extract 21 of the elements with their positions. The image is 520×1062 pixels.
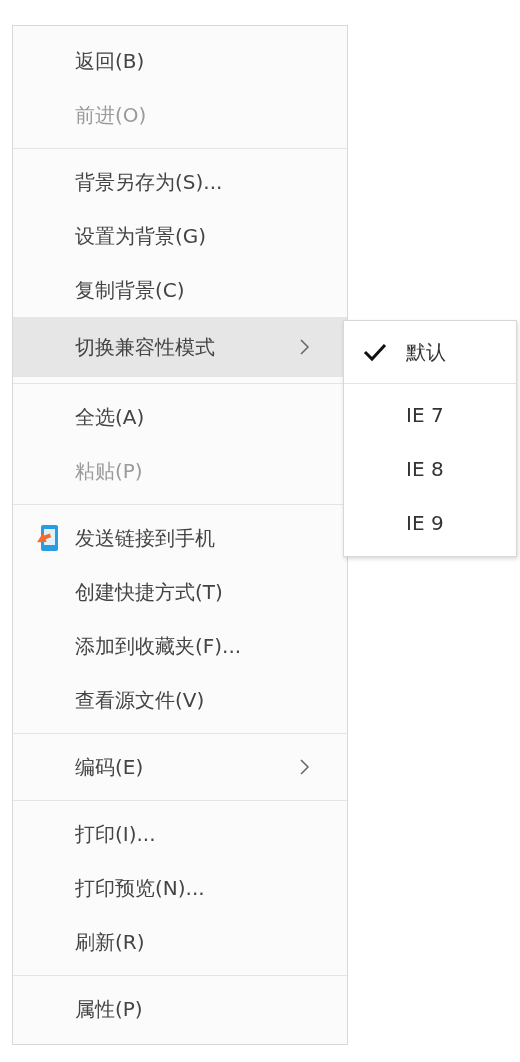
- menu-item[interactable]: 属性(P): [13, 982, 347, 1036]
- chevron-right-icon: [299, 758, 311, 776]
- menu-item[interactable]: IE 7: [344, 388, 516, 442]
- menu-item[interactable]: 复制背景(C): [13, 263, 347, 317]
- menu-item[interactable]: 全选(A): [13, 390, 347, 444]
- menu-item[interactable]: 查看源文件(V): [13, 673, 347, 727]
- menu-item[interactable]: 刷新(R): [13, 915, 347, 969]
- menu-item[interactable]: IE 8: [344, 442, 516, 496]
- phone-arrow-icon: [35, 524, 61, 552]
- menu-item[interactable]: 返回(B): [13, 34, 347, 88]
- menu-item[interactable]: 默认: [344, 325, 516, 379]
- menu-item[interactable]: 设置为背景(G): [13, 209, 347, 263]
- menu-item[interactable]: 切换兼容性模式: [13, 317, 347, 377]
- menu-item[interactable]: 打印(I)...: [13, 807, 347, 861]
- menu-item[interactable]: 打印预览(N)...: [13, 861, 347, 915]
- menu-item[interactable]: 创建快捷方式(T): [13, 565, 347, 619]
- chevron-right-icon: [299, 338, 311, 356]
- menu-item[interactable]: 背景另存为(S)...: [13, 155, 347, 209]
- menu-item[interactable]: IE 9: [344, 496, 516, 550]
- menu-item[interactable]: 编码(E): [13, 740, 347, 794]
- menu-item[interactable]: 添加到收藏夹(F)...: [13, 619, 347, 673]
